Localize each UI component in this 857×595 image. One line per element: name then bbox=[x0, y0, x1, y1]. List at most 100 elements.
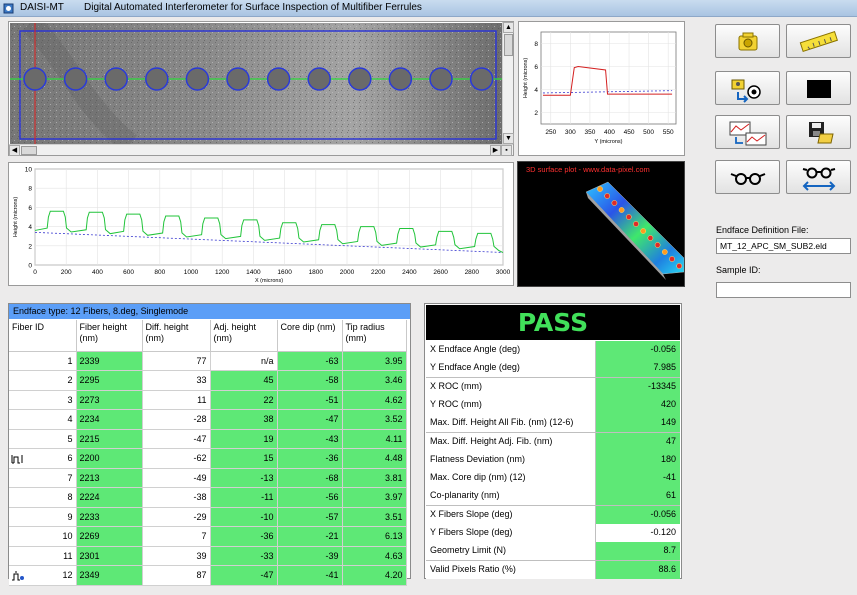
fiber-circle bbox=[226, 67, 250, 91]
fiber-circle bbox=[388, 67, 413, 91]
result-row: Y Endface Angle (deg) 7.985 bbox=[426, 359, 680, 378]
camera-swap-button[interactable] bbox=[715, 71, 780, 105]
glasses-swap-icon bbox=[802, 167, 836, 191]
table-row[interactable]: 8 2224 -38 -11 -56 3.97 bbox=[9, 487, 407, 508]
image-horizontal-scrollbar[interactable]: ◀ ▶ ▪ bbox=[9, 144, 513, 156]
table-row[interactable]: 12 2349 87 -47 -41 4.20 bbox=[9, 565, 407, 586]
scroll-corner-button[interactable]: ▪ bbox=[501, 145, 512, 156]
result-label: Valid Pixels Ratio (%) bbox=[426, 560, 596, 579]
table-row[interactable]: 5 2215 -47 19 -43 4.11 bbox=[9, 429, 407, 449]
x-axis-label: Y (microns) bbox=[594, 139, 622, 145]
table-row[interactable]: 7 2213 -49 -13 -68 3.81 bbox=[9, 468, 407, 488]
column-header: Core dip (nm) bbox=[277, 320, 343, 352]
x-tick-label: 550 bbox=[663, 129, 674, 136]
interferogram-image[interactable] bbox=[10, 23, 502, 144]
scroll-up-button[interactable]: ▲ bbox=[503, 22, 514, 33]
y-tick-label: 10 bbox=[25, 167, 33, 174]
table-row[interactable]: 11 2301 39 -33 -39 4.63 bbox=[9, 546, 407, 566]
surface-peak bbox=[640, 228, 647, 234]
table-cell: 3.81 bbox=[342, 468, 407, 488]
fiber-circle bbox=[23, 67, 47, 91]
result-row: X Fibers Slope (deg) -0.056 bbox=[426, 505, 680, 525]
x-profile-chart: 0 200 400 600 800 1000 1200 1400 1600 1800 2000 220… bbox=[8, 162, 514, 286]
result-value: 149 bbox=[596, 414, 680, 433]
scroll-thumb[interactable] bbox=[21, 146, 37, 155]
table-cell: 2301 bbox=[76, 546, 143, 566]
app-name: DAISI-MT bbox=[20, 2, 64, 13]
endface-definition-label: Endface Definition File: bbox=[716, 225, 809, 235]
black-square-button[interactable] bbox=[786, 71, 851, 105]
y-tick-label: 4 bbox=[534, 87, 538, 94]
result-label: Co-planarity (nm) bbox=[426, 487, 596, 506]
scroll-down-button[interactable]: ▼ bbox=[503, 133, 514, 144]
table-row[interactable]: 3 2273 11 22 -51 4.62 bbox=[9, 390, 407, 410]
x-tick-label: 0 bbox=[33, 269, 37, 276]
table-cell: 3.52 bbox=[342, 409, 407, 430]
result-value: 7.985 bbox=[596, 359, 680, 378]
surface-peak bbox=[625, 214, 632, 220]
x-profile-plot: 0 200 400 600 800 1000 1200 1400 1600 1800 2000 220… bbox=[13, 167, 511, 285]
scroll-right-button[interactable]: ▶ bbox=[490, 145, 501, 156]
table-cell: -56 bbox=[277, 487, 343, 508]
table-cell: -47 bbox=[277, 409, 343, 430]
result-value: -0.056 bbox=[596, 341, 680, 359]
x-tick-label: 2000 bbox=[340, 269, 355, 276]
table-row[interactable]: 4 2234 -28 38 -47 3.52 bbox=[9, 409, 407, 430]
image-vertical-scrollbar[interactable]: ▲ ▼ bbox=[502, 22, 514, 144]
result-row: Y Fibers Slope (deg) -0.120 bbox=[426, 524, 680, 543]
x-axis-label: X (microns) bbox=[255, 278, 283, 284]
table-cell: 2213 bbox=[76, 468, 143, 488]
table-row[interactable]: 2 2295 33 45 -58 3.46 bbox=[9, 370, 407, 391]
result-label: X Fibers Slope (deg) bbox=[426, 505, 596, 524]
profile-swap-button[interactable] bbox=[715, 115, 780, 149]
table-cell: 2200 bbox=[76, 448, 143, 469]
glasses-swap-button[interactable] bbox=[786, 160, 851, 194]
result-value: 88.6 bbox=[596, 560, 680, 579]
sample-id-label: Sample ID: bbox=[716, 265, 761, 275]
sample-id-input[interactable] bbox=[716, 282, 851, 298]
table-cell: -33 bbox=[210, 546, 278, 566]
surface-peak bbox=[676, 263, 683, 269]
x-tick-label: 450 bbox=[624, 129, 635, 136]
result-value: 8.7 bbox=[596, 542, 680, 561]
ruler-button[interactable] bbox=[786, 24, 851, 58]
table-cell: -51 bbox=[277, 390, 343, 410]
scroll-thumb[interactable] bbox=[504, 34, 513, 56]
result-label: X Endface Angle (deg) bbox=[426, 341, 596, 359]
x-tick-label: 800 bbox=[154, 269, 165, 276]
surface-plot-panel: 3D surface plot - www.data-pixel.com bbox=[517, 161, 685, 287]
results-panel: PASS X Endface Angle (deg) -0.056 Y Endfac… bbox=[424, 303, 682, 580]
camera-image-panel[interactable]: ▲ ▼ ◀ ▶ ▪ bbox=[8, 21, 514, 156]
save-button[interactable] bbox=[786, 115, 851, 149]
endface-definition-field[interactable]: MT_12_APC_SM_SUB2.eld bbox=[716, 238, 851, 254]
y-axis-label: Height (microns) bbox=[523, 58, 529, 99]
table-cell: 3.97 bbox=[342, 487, 407, 508]
table-cell: -41 bbox=[277, 565, 343, 586]
result-value: 420 bbox=[596, 395, 680, 414]
table-row[interactable]: 1 2339 77 n/a -63 3.95 bbox=[9, 351, 407, 371]
table-cell: n/a bbox=[210, 351, 278, 371]
result-label: Max. Core dip (nm) (12) bbox=[426, 469, 596, 488]
table-cell: -47 bbox=[210, 565, 278, 586]
table-cell: -43 bbox=[277, 429, 343, 449]
result-label: Geometry Limit (N) bbox=[426, 542, 596, 561]
x-tick-label: 250 bbox=[545, 129, 556, 136]
table-cell: 4.20 bbox=[342, 565, 407, 586]
table-row[interactable]: 9 2233 -29 -10 -57 3.51 bbox=[9, 507, 407, 527]
glasses-button[interactable] bbox=[715, 160, 780, 194]
camera-button[interactable] bbox=[715, 24, 780, 58]
scroll-left-button[interactable]: ◀ bbox=[9, 145, 20, 156]
fiber-id-cell: 9 bbox=[9, 507, 77, 527]
pass-status: PASS bbox=[426, 305, 680, 340]
result-value: -13345 bbox=[596, 377, 680, 396]
table-cell: -21 bbox=[277, 526, 343, 547]
table-header-row: Fiber ID Fiber height (nm) Diff. height (n… bbox=[9, 320, 407, 352]
y-profile-plot: 250 300 350 400 450 500 550 8 6 4 2 Y (microns) Heig… bbox=[523, 31, 677, 145]
table-row[interactable]: 6 2200 -62 15 -36 4.48 bbox=[9, 448, 407, 469]
table-cell: 2273 bbox=[76, 390, 143, 410]
table-cell: -29 bbox=[142, 507, 211, 527]
camera-icon bbox=[738, 32, 758, 51]
x-tick-label: 1600 bbox=[277, 269, 292, 276]
table-row[interactable]: 10 2269 7 -36 -21 6.13 bbox=[9, 526, 407, 547]
y-tick-label: 4 bbox=[28, 224, 32, 231]
